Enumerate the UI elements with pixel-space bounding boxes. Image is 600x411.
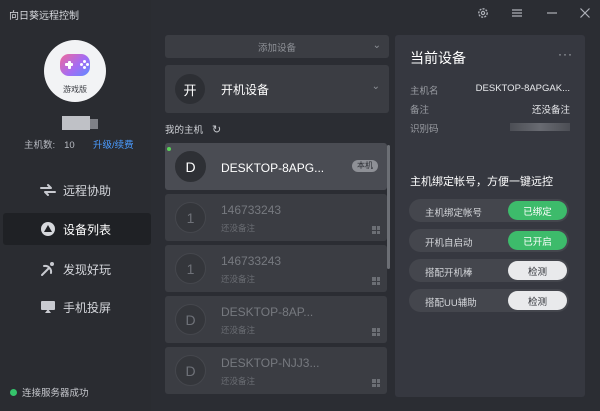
refresh-icon[interactable]: ↻ bbox=[212, 123, 221, 136]
feature-bind-account: 主机绑定帐号 已绑定 bbox=[409, 199, 569, 222]
hostname-value: DESKTOP-8APGAK... bbox=[475, 83, 570, 94]
settings-icon[interactable] bbox=[476, 7, 490, 21]
chevron-down-icon: ⌄ bbox=[371, 81, 380, 92]
host-avatar: 1 bbox=[175, 253, 206, 284]
host-count-label: 主机数: bbox=[24, 140, 56, 151]
host-name: DESKTOP-8APG... bbox=[221, 161, 325, 175]
avatar-label: 游戏版 bbox=[63, 85, 87, 94]
enabled-button[interactable]: 已开启 bbox=[508, 231, 567, 250]
app-title: 向日葵远程控制 bbox=[9, 11, 79, 22]
bind-hint: 主机绑定帐号，方便一键远控 bbox=[410, 176, 553, 188]
host-avatar: 1 bbox=[175, 202, 206, 233]
nav-label: 手机投屏 bbox=[63, 300, 112, 315]
menu-icon[interactable] bbox=[510, 7, 524, 21]
username-redacted bbox=[62, 116, 98, 130]
more-icon[interactable]: ··· bbox=[558, 47, 573, 61]
feature-autostart: 开机自启动 已开启 bbox=[409, 229, 569, 252]
upgrade-link[interactable]: 升级/续费 bbox=[93, 137, 134, 151]
boot-icon: 开 bbox=[175, 74, 205, 104]
host-note: 还没备注 bbox=[221, 274, 256, 284]
feature-boot-stick: 搭配开机棒 检测 bbox=[409, 259, 569, 282]
my-hosts-header: 我的主机 ↻ bbox=[165, 122, 221, 137]
feature-label: 搭配UU辅助 bbox=[425, 298, 477, 309]
host-note: 还没备注 bbox=[221, 223, 256, 233]
avatar[interactable]: 游戏版 bbox=[44, 40, 106, 102]
host-item[interactable]: 1 146733243 还没备注 bbox=[165, 245, 387, 292]
host-name: 146733243 bbox=[221, 203, 282, 217]
sidebar: 向日葵远程控制 游戏版 主机数: 10 升级/续费 远程协助 设备列表 发现好玩 bbox=[0, 0, 151, 411]
nav-item-remote-assist[interactable]: 远程协助 bbox=[0, 174, 151, 206]
my-hosts-label: 我的主机 bbox=[165, 125, 204, 136]
host-item[interactable]: D DESKTOP-8APG... 本机 bbox=[165, 143, 387, 190]
online-dot-icon bbox=[167, 147, 171, 151]
host-note: 还没备注 bbox=[221, 376, 256, 386]
boot-device-label: 开机设备 bbox=[221, 83, 270, 97]
nav-item-phone-cast[interactable]: 手机投屏 bbox=[0, 291, 151, 323]
note-value[interactable]: 还没备注 bbox=[532, 102, 570, 116]
bound-button[interactable]: 已绑定 bbox=[508, 201, 567, 220]
status-text: 连接服务器成功 bbox=[22, 388, 89, 399]
nav-label: 远程协助 bbox=[63, 183, 112, 198]
host-count: 主机数: 10 bbox=[24, 137, 75, 151]
detect-button[interactable]: 检测 bbox=[508, 291, 567, 310]
remote-assist-icon bbox=[40, 184, 56, 196]
host-item[interactable]: 1 146733243 还没备注 bbox=[165, 194, 387, 241]
close-icon[interactable] bbox=[578, 7, 592, 21]
host-name: 146733243 bbox=[221, 254, 282, 268]
windows-icon bbox=[372, 277, 380, 285]
detect-button[interactable]: 检测 bbox=[508, 261, 567, 280]
panel-title: 当前设备 bbox=[410, 50, 466, 66]
host-list-scrollbar[interactable] bbox=[387, 145, 390, 269]
host-list: D DESKTOP-8APG... 本机 1 146733243 还没备注 1 … bbox=[165, 143, 389, 411]
chevron-down-icon: ⌄ bbox=[372, 40, 381, 51]
feature-label: 搭配开机棒 bbox=[425, 268, 473, 279]
windows-icon bbox=[372, 226, 380, 234]
windows-icon bbox=[372, 328, 380, 336]
note-label: 备注 bbox=[410, 105, 430, 116]
gamepad-buttons bbox=[79, 60, 89, 69]
host-avatar: D bbox=[175, 355, 206, 386]
feature-uu-assist: 搭配UU辅助 检测 bbox=[409, 289, 569, 312]
windows-icon bbox=[372, 379, 380, 387]
nav-label: 发现好玩 bbox=[63, 262, 112, 277]
host-avatar: D bbox=[175, 151, 206, 182]
this-machine-badge: 本机 bbox=[352, 160, 378, 172]
hostname-label: 主机名 bbox=[410, 86, 439, 97]
id-redacted bbox=[510, 123, 570, 131]
host-name: DESKTOP-NJJ3... bbox=[221, 356, 320, 370]
feature-label: 主机绑定帐号 bbox=[425, 208, 483, 219]
host-name: DESKTOP-8AP... bbox=[221, 305, 314, 319]
boot-device-button[interactable]: 开 开机设备 ⌄ bbox=[165, 65, 389, 113]
add-device-button[interactable]: 添加设备 ⌄ bbox=[165, 35, 389, 58]
phone-cast-icon bbox=[41, 301, 55, 313]
add-device-label: 添加设备 bbox=[257, 42, 296, 54]
nav-label: 设备列表 bbox=[63, 222, 112, 237]
host-count-value: 10 bbox=[64, 140, 75, 151]
id-label: 识别码 bbox=[410, 124, 439, 135]
nav-item-device-list[interactable]: 设备列表 bbox=[3, 213, 151, 245]
current-device-panel: 当前设备 ··· 主机名 DESKTOP-8APGAK... 备注 还没备注 识… bbox=[395, 35, 585, 397]
host-item[interactable]: D DESKTOP-8AP... 还没备注 bbox=[165, 296, 387, 343]
device-list-icon bbox=[41, 222, 55, 236]
host-note: 还没备注 bbox=[221, 325, 256, 335]
connection-status: 连接服务器成功 bbox=[10, 385, 89, 399]
host-item[interactable]: D DESKTOP-NJJ3... 还没备注 bbox=[165, 347, 387, 394]
host-avatar: D bbox=[175, 304, 206, 335]
status-dot-icon bbox=[10, 388, 17, 396]
minimize-icon[interactable] bbox=[545, 7, 559, 21]
nav-item-discover[interactable]: 发现好玩 bbox=[0, 253, 151, 285]
discover-icon bbox=[41, 262, 54, 276]
feature-label: 开机自启动 bbox=[425, 238, 473, 249]
